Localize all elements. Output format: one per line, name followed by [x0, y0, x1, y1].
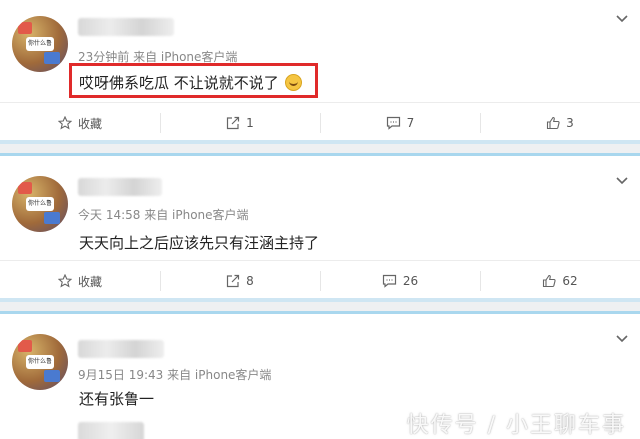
comment-count: 26	[402, 274, 419, 288]
avatar[interactable]: 你什么鲁	[12, 16, 68, 72]
avatar-text: 你什么鲁	[26, 355, 54, 369]
username-blurred[interactable]	[78, 340, 164, 358]
repost-button[interactable]: 1	[160, 103, 320, 143]
like-count: 3	[566, 116, 574, 130]
like-button[interactable]: 62	[480, 261, 640, 301]
share-icon	[227, 116, 240, 130]
favorite-label: 收藏	[77, 116, 102, 131]
comment-button[interactable]: 26	[320, 261, 480, 301]
chevron-down-icon[interactable]	[616, 332, 628, 344]
post-meta: 今天 14:58 来自 iPhone客户端	[78, 208, 249, 222]
post-content: 还有张鲁一	[79, 390, 155, 408]
separator	[0, 298, 640, 314]
repost-count: 1	[246, 116, 254, 130]
like-count: 62	[562, 274, 578, 288]
avatar-text: 你什么鲁	[26, 37, 54, 51]
star-icon	[57, 274, 72, 288]
username-blurred[interactable]	[78, 18, 174, 36]
favorite-button[interactable]: 收藏	[0, 261, 160, 301]
avatar[interactable]: 你什么鲁	[12, 334, 68, 390]
post-card: 你什么鲁 今天 14:58 来自 iPhone客户端 天天向上之后应该先只有汪涵…	[0, 156, 640, 298]
username-blurred[interactable]	[78, 178, 162, 196]
post-content-text: 哎呀佛系吃瓜 不让说就不说了	[79, 74, 279, 92]
post-content: 哎呀佛系吃瓜 不让说就不说了	[79, 72, 302, 93]
separator	[0, 140, 640, 156]
laughing-emoji-icon	[284, 74, 302, 91]
thumbs-up-icon	[547, 116, 560, 130]
chevron-down-icon[interactable]	[616, 174, 628, 186]
post-card: 你什么鲁 23分钟前 来自 iPhone客户端 哎呀佛系吃瓜 不让说就不说了 收…	[0, 0, 640, 140]
repost-count: 8	[246, 274, 254, 288]
favorite-button[interactable]: 收藏	[0, 103, 160, 143]
watermark: 快传号 / 小王聊车事	[406, 413, 626, 438]
avatar[interactable]: 你什么鲁	[12, 176, 68, 232]
post-card: 你什么鲁 9月15日 19:43 来自 iPhone客户端 还有张鲁一 快传号 …	[0, 314, 640, 439]
share-icon	[227, 274, 240, 288]
comment-icon	[382, 274, 396, 288]
comment-count: 7	[406, 116, 415, 130]
comment-icon	[386, 116, 400, 130]
thumbs-up-icon	[543, 274, 556, 288]
reply-blurred	[78, 422, 144, 439]
favorite-label: 收藏	[77, 274, 102, 289]
post-content: 天天向上之后应该先只有汪涵主持了	[79, 234, 320, 252]
like-button[interactable]: 3	[480, 103, 640, 143]
action-bar: 收藏 8 26 62	[0, 260, 640, 300]
action-bar: 收藏 1 7 3	[0, 102, 640, 142]
avatar-text: 你什么鲁	[26, 197, 54, 211]
chevron-down-icon[interactable]	[616, 12, 628, 24]
star-icon	[57, 116, 72, 130]
comment-button[interactable]: 7	[320, 103, 480, 143]
post-meta: 9月15日 19:43 来自 iPhone客户端	[78, 368, 272, 382]
repost-button[interactable]: 8	[160, 261, 320, 301]
